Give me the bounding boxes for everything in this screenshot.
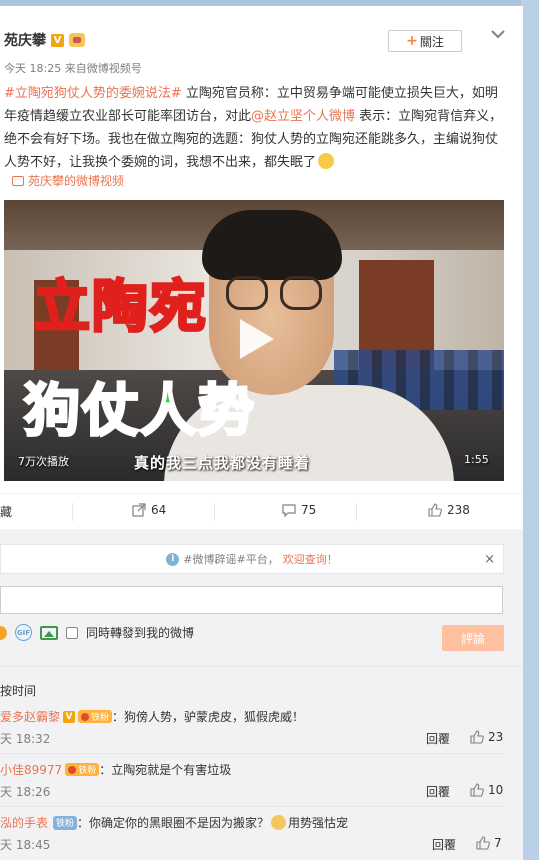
video-person-glasses-left <box>226 276 268 310</box>
video-icon <box>12 175 24 186</box>
chevron-down-icon[interactable] <box>490 26 506 42</box>
comment-row: 小佳89977 铁粉 ：立陶宛就是个有害垃圾 <box>0 761 231 778</box>
follow-label: 關注 <box>419 34 444 49</box>
comment-row: 爱多赵霸黎 V 铁粉 ：狗傍人势，驴蒙虎皮，狐假虎威！ <box>0 708 304 725</box>
comment-like-button[interactable]: 23 <box>470 730 503 744</box>
page-background-strip <box>521 0 539 860</box>
comment-input[interactable] <box>0 586 503 614</box>
comment-row: 泓的手表 铁粉 ：你确定你的黑眼圈不是因为搬家？ 用势强怙宠 <box>0 814 348 831</box>
repost-count: 64 <box>151 503 167 517</box>
gif-icon[interactable]: GIF <box>15 624 32 641</box>
comment-like-button[interactable]: 7 <box>476 836 502 850</box>
composer-toolbar: GIF 同時轉發到我的微博 <box>0 624 194 641</box>
thumbs-up-icon <box>470 783 484 797</box>
video-person-glasses-right <box>280 276 322 310</box>
comment-text: ：狗傍人势，驴蒙虎皮，狐假虎威！ <box>112 710 305 724</box>
action-divider <box>72 503 73 521</box>
submit-comment-button[interactable]: 評論 <box>442 625 504 651</box>
comment-like-button[interactable]: 10 <box>470 783 503 797</box>
image-icon[interactable] <box>40 625 58 640</box>
comment-time: 天 18:26 <box>0 785 51 799</box>
comment-time: 天 18:45 <box>0 838 51 852</box>
comment-section <box>0 529 523 860</box>
video-person-hair <box>202 210 342 280</box>
verified-v-icon: V <box>51 33 64 47</box>
video-overlay-title-1: 立陶宛 <box>33 274 208 342</box>
vip-badge-icon <box>69 33 85 47</box>
video-source-link[interactable]: 苑庆攀的微博视频 <box>12 172 124 189</box>
author-name[interactable]: 苑庆攀 <box>4 30 46 50</box>
comment-like-count: 23 <box>488 730 504 744</box>
repost-button[interactable]: 64 <box>132 503 166 517</box>
notice-text: #微博辟谣#平台， <box>183 553 279 566</box>
video-subtitle: 真的我三点我都没有睡着 <box>134 454 311 472</box>
comment-like-count: 7 <box>494 836 502 850</box>
cat-emoji-icon <box>271 815 287 830</box>
emoji-icon[interactable] <box>0 625 7 640</box>
comment-username[interactable]: 小佳89977 <box>0 761 62 778</box>
fan-badge-dot-icon <box>68 765 77 774</box>
favorite-label: 收藏 <box>0 505 13 519</box>
comment-button[interactable]: 75 <box>282 503 316 517</box>
author-row: 苑庆攀 V <box>4 30 85 50</box>
notice-link[interactable]: 欢迎查询！ <box>283 551 338 567</box>
like-button[interactable]: 238 <box>428 503 470 517</box>
post-source[interactable]: 来自微博视频号 <box>65 62 142 75</box>
video-view-count: 7万次播放 <box>18 455 69 468</box>
play-icon[interactable] <box>232 316 278 362</box>
fan-badge: 铁粉 <box>65 763 100 776</box>
rumor-notice-bar: i #微博辟谣#平台， 欢迎查询！ × <box>0 544 504 574</box>
weibo-post-card: 苑庆攀 V 今天 18:25 来自微博视频号 + 關注 #立陶宛狗仗人势的委婉说… <box>0 6 523 860</box>
comment-divider <box>0 806 504 807</box>
plus-icon: + <box>406 33 418 49</box>
video-overlay-title-2: 狗仗人势 <box>23 378 256 446</box>
favorite-button[interactable]: 收藏 <box>0 503 12 520</box>
close-icon[interactable]: × <box>484 552 495 567</box>
verified-v-icon: V <box>63 710 76 723</box>
reply-button[interactable]: 回覆 <box>426 783 450 800</box>
comment-username[interactable]: 泓的手表 <box>0 814 48 831</box>
post-meta: 今天 18:25 来自微博视频号 <box>4 60 142 76</box>
comment-like-count: 10 <box>488 783 504 797</box>
follow-button[interactable]: + 關注 <box>388 30 462 52</box>
like-count: 238 <box>447 503 470 517</box>
fan-badge: 铁粉 <box>78 710 113 723</box>
thumbs-up-icon <box>428 503 442 517</box>
action-divider <box>214 503 215 521</box>
info-icon: i <box>166 552 180 566</box>
fan-badge-label: 铁粉 <box>78 766 97 776</box>
reply-button[interactable]: 回覆 <box>426 730 450 747</box>
video-duration: 1:55 <box>464 453 489 466</box>
topic-tag-link[interactable]: #立陶宛狗仗人势的委婉说法# <box>4 86 182 101</box>
action-divider <box>356 503 357 521</box>
fan-badge-dot-icon <box>81 712 90 721</box>
fan-badge: 铁粉 <box>53 815 78 830</box>
comment-text: ：你确定你的黑眼圈不是因为搬家？ <box>77 816 270 830</box>
sleepy-emoji-icon <box>318 153 335 169</box>
comment-count: 75 <box>301 503 317 517</box>
post-time[interactable]: 今天 18:25 <box>4 62 61 75</box>
fan-badge-label: 铁粉 <box>91 713 110 723</box>
comment-text: ：立陶宛就是个有害垃圾 <box>99 763 232 777</box>
comment-text-continued: 用势强怙宠 <box>288 816 349 830</box>
repost-option-label: 同時轉發到我的微博 <box>86 626 195 640</box>
comment-divider <box>0 753 504 754</box>
section-divider <box>0 666 523 667</box>
video-player[interactable]: 立陶宛 狗仗人势 真的我三点我都没有睡着 7万次播放 1:55 <box>4 200 504 481</box>
comment-username[interactable]: 爱多赵霸黎 <box>0 708 60 725</box>
reply-button[interactable]: 回覆 <box>432 836 456 853</box>
repost-icon <box>132 503 146 517</box>
thumbs-up-icon <box>470 730 484 744</box>
repost-checkbox[interactable] <box>66 626 78 639</box>
post-text: #立陶宛狗仗人势的委婉说法# 立陶宛官员称：立中贸易争端可能使立损失巨大，如明年… <box>4 82 504 174</box>
thumbs-up-icon <box>476 836 490 850</box>
video-source-label: 苑庆攀的微博视频 <box>28 174 125 188</box>
mention-link[interactable]: @赵立坚个人微博 <box>251 109 355 124</box>
sort-by-time[interactable]: 按时间 <box>0 682 36 699</box>
comment-time: 天 18:32 <box>0 732 51 746</box>
comment-icon <box>282 504 296 517</box>
